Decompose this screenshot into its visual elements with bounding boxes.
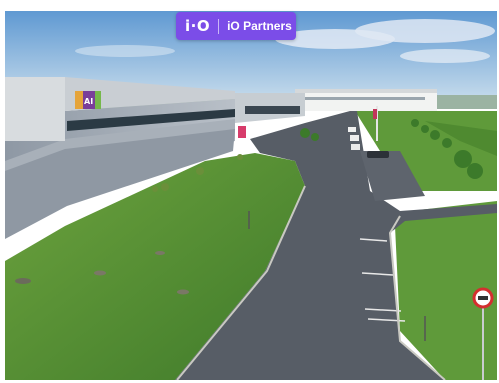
aerial-photo: AI xyxy=(5,11,497,380)
parked-car xyxy=(367,151,389,158)
badge-label: iO Partners xyxy=(227,19,292,33)
badge-divider xyxy=(218,18,220,34)
cloud xyxy=(355,19,495,43)
cloud xyxy=(75,45,175,57)
parked-car xyxy=(351,144,360,150)
io-logo-icon: i·O xyxy=(185,17,211,35)
cloud xyxy=(400,49,490,63)
manhole xyxy=(94,270,106,276)
manhole xyxy=(177,289,189,295)
manhole xyxy=(15,278,31,284)
manhole xyxy=(155,251,165,255)
building-sign: AI xyxy=(84,97,93,106)
parked-car xyxy=(350,135,359,141)
io-partners-badge: i·O iO Partners xyxy=(176,12,296,40)
parked-car xyxy=(348,127,356,132)
